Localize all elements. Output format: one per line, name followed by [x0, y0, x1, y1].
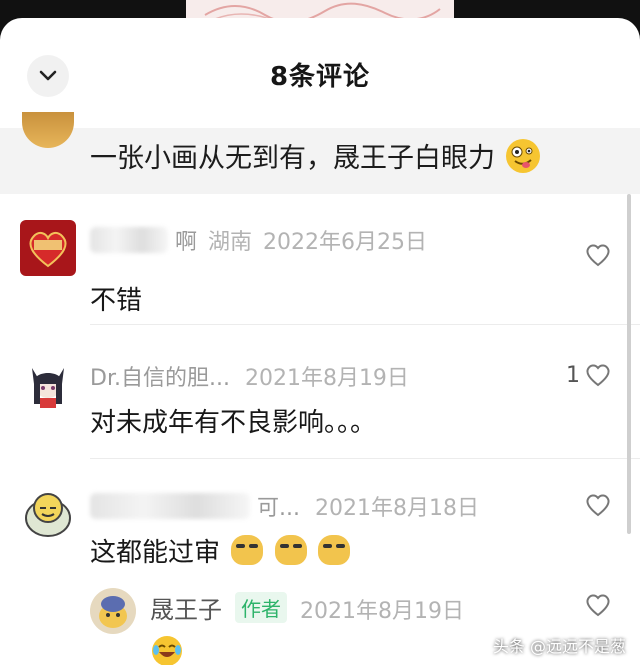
heart-icon	[586, 494, 610, 517]
heart-icon	[586, 244, 610, 267]
comment-text: 这都能过审	[90, 538, 221, 568]
laughing-tears-emoji	[152, 636, 182, 665]
heart-icon	[586, 594, 610, 617]
comment-date: 2021年8月18日	[314, 496, 479, 521]
zany-face-emoji	[505, 139, 540, 173]
author-badge: 作者	[235, 592, 287, 623]
comment-item: 啊 湖南 2022年6月25日 不错	[0, 218, 640, 318]
avatar[interactable]	[20, 220, 76, 276]
reply-date: 2021年8月19日	[300, 599, 464, 624]
comment-item: Dr.自信的胆... 2021年8月19日 对未成年有不良影响。。。 1	[0, 354, 640, 454]
pinned-comment-text: 一张小画从无到有，晟王子白眼力	[90, 143, 495, 174]
watermark-text: 头条 @远远不是葱	[492, 637, 626, 656]
blurred-username	[90, 493, 250, 519]
comment-date: 2022年6月25日	[263, 230, 428, 255]
avatar[interactable]	[20, 354, 76, 410]
comment-item: 可... 2021年8月18日 这都能过审	[0, 484, 640, 584]
divider	[90, 324, 640, 325]
comment-location: 湖南	[208, 230, 253, 255]
reply-username[interactable]: 晟王子	[150, 596, 222, 624]
username[interactable]: 可...	[257, 496, 300, 521]
comments-sheet: 8条评论 一张小画从无到有，晟王子白眼力 啊 湖南 2022年6月25日 不错 …	[0, 18, 640, 665]
blurred-username	[90, 227, 168, 253]
username[interactable]: 啊	[175, 230, 197, 255]
comments-header: 8条评论	[0, 18, 640, 128]
avatar	[22, 112, 74, 148]
like-button[interactable]	[584, 592, 612, 618]
doge-emoji	[231, 535, 264, 565]
comment-text: 对未成年有不良影响。。。	[90, 408, 377, 438]
username[interactable]: Dr.自信的胆...	[90, 366, 230, 391]
divider	[90, 458, 640, 459]
scrollbar[interactable]	[627, 194, 631, 534]
heart-icon	[586, 364, 610, 387]
like-count: 1	[566, 362, 580, 388]
comment-text: 不错	[90, 286, 143, 316]
pinned-comment[interactable]: 一张小画从无到有，晟王子白眼力	[0, 112, 640, 194]
like-button[interactable]	[584, 242, 612, 268]
like-button[interactable]	[584, 492, 612, 518]
like-button[interactable]: 1	[566, 362, 612, 388]
avatar[interactable]	[90, 588, 136, 634]
comment-date: 2021年8月19日	[244, 366, 409, 391]
doge-emoji	[274, 535, 307, 565]
avatar[interactable]	[20, 484, 76, 540]
doge-emoji	[317, 535, 350, 565]
comments-count-title: 8条评论	[269, 62, 371, 92]
